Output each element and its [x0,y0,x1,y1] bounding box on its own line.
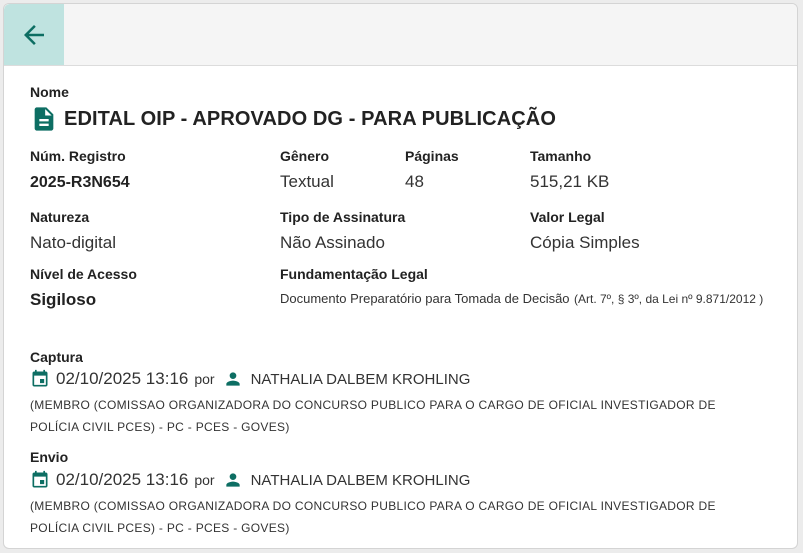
captura-datetime: 02/10/2025 13:16 [56,369,189,388]
top-bar [4,4,797,66]
name-label: Nome [30,84,69,100]
natureza-value: Nato-digital [30,233,116,252]
person-icon [225,372,240,386]
captura-user: NATHALIA DALBEM KROHLING [250,370,471,388]
calendar-icon [32,369,48,387]
envio-org-line2: POLÍCIA CIVIL PCES) - PC - PCES - GOVES) [30,521,290,535]
natureza-label: Natureza [30,209,90,225]
tamanho-label: Tamanho [530,148,592,164]
back-button[interactable] [4,4,64,65]
genero-label: Gênero [280,148,330,164]
document-details-card: Nome EDITAL OIP - APROVADO DG - PARA PUB… [3,3,798,549]
envio-org: (MEMBRO (COMISSAO ORGANIZADORA DO CONCUR… [30,495,770,539]
fundamentacao-main: Documento Preparatório para Tomada de De… [280,291,570,306]
registro-label: Núm. Registro [30,148,126,164]
captura-org-line2: POLÍCIA CIVIL PCES) - PC - PCES - GOVES) [30,420,290,434]
envio-line: 02/10/2025 13:16 por NATHALIA DALBEM KRO… [30,470,470,490]
description-icon [34,107,54,131]
assinatura-label: Tipo de Assinatura [280,209,406,225]
acesso-label: Nível de Acesso [30,266,137,282]
registro-value: 2025-R3N654 [30,174,130,191]
captura-org: (MEMBRO (COMISSAO ORGANIZADORA DO CONCUR… [30,394,770,438]
fundamentacao-value: Documento Preparatório para Tomada de De… [280,286,770,312]
fundamentacao-ref: (Art. 7º, § 3º, da Lei nº 9.871/2012 ) [574,292,764,306]
captura-org-line1: (MEMBRO (COMISSAO ORGANIZADORA DO CONCUR… [30,398,716,412]
valor-legal-value: Cópia Simples [530,233,640,252]
envio-por: por [194,472,215,488]
genero-value: Textual [280,172,334,191]
paginas-label: Páginas [405,148,459,164]
assinatura-value: Não Assinado [280,233,385,252]
person-icon [225,473,240,487]
tamanho-value: 515,21 KB [530,172,610,191]
captura-line: 02/10/2025 13:16 por NATHALIA DALBEM KRO… [30,369,470,389]
calendar-icon [32,470,48,488]
captura-label: Captura [30,349,83,365]
captura-por: por [194,371,215,387]
envio-datetime: 02/10/2025 13:16 [56,470,189,489]
arrow-left-icon [24,24,44,45]
document-name: EDITAL OIP - APROVADO DG - PARA PUBLICAÇ… [64,107,556,130]
paginas-value: 48 [405,172,424,191]
fundamentacao-label: Fundamentação Legal [280,266,428,282]
envio-org-line1: (MEMBRO (COMISSAO ORGANIZADORA DO CONCUR… [30,499,716,513]
acesso-value: Sigiloso [30,290,97,309]
envio-label: Envio [30,449,69,465]
valor-legal-label: Valor Legal [530,209,605,225]
envio-user: NATHALIA DALBEM KROHLING [250,471,471,489]
document-title: EDITAL OIP - APROVADO DG - PARA PUBLICAÇ… [30,105,556,133]
